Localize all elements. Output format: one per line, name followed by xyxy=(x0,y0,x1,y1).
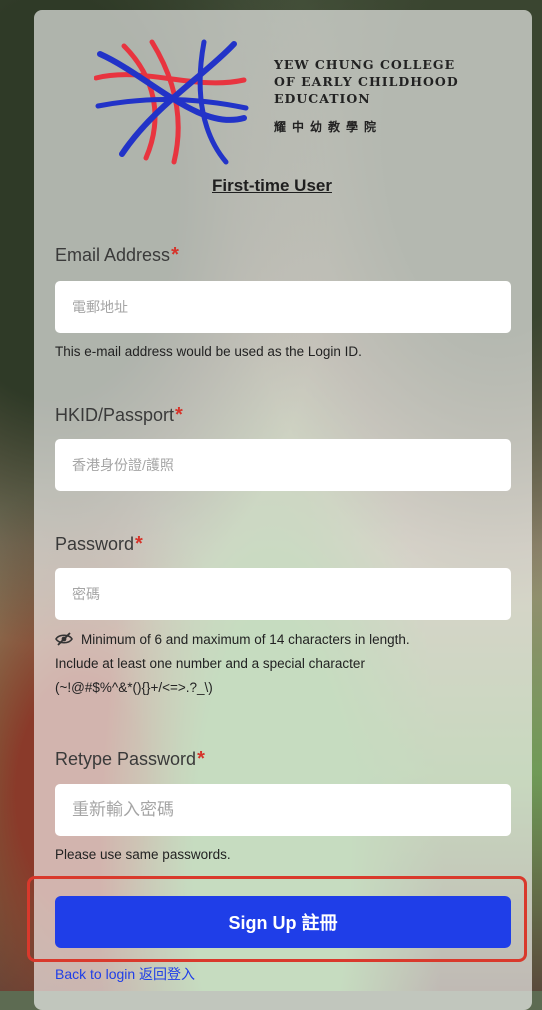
eye-slash-icon[interactable] xyxy=(55,632,73,646)
college-name-line3: EDUCATION xyxy=(274,91,371,106)
college-name-line1: YEW CHUNG COLLEGE xyxy=(274,57,456,72)
email-hint: This e-mail address would be used as the… xyxy=(55,344,362,359)
retype-password-hint: Please use same passwords. xyxy=(55,847,231,862)
hkid-label: HKID/Passport* xyxy=(55,404,183,427)
college-name-line2: OF EARLY CHILDHOOD xyxy=(274,74,459,89)
password-hint-line3: (~!@#$%^&*(){}+/<=>.?_\) xyxy=(55,680,213,695)
password-hint-line1: Minimum of 6 and maximum of 14 character… xyxy=(55,628,515,652)
required-mark: * xyxy=(197,748,205,770)
hkid-label-text: HKID/Passport xyxy=(55,405,175,425)
email-label-text: Email Address xyxy=(55,245,171,265)
required-mark: * xyxy=(171,244,179,266)
password-label: Password* xyxy=(55,533,143,556)
password-hint: Minimum of 6 and maximum of 14 character… xyxy=(55,628,515,700)
required-mark: * xyxy=(175,404,183,426)
password-hint-length: Minimum of 6 and maximum of 14 character… xyxy=(81,632,410,647)
password-field[interactable] xyxy=(55,568,511,620)
college-name: YEW CHUNG COLLEGE OF EARLY CHILDHOOD EDU… xyxy=(274,56,459,136)
college-logo xyxy=(94,39,249,165)
retype-password-label: Retype Password* xyxy=(55,748,205,771)
required-mark: * xyxy=(135,533,143,555)
hkid-field[interactable] xyxy=(55,439,511,491)
signup-button[interactable]: Sign Up 註冊 xyxy=(55,896,511,948)
password-hint-line2: Include at least one number and a specia… xyxy=(55,656,365,671)
email-field[interactable] xyxy=(55,281,511,333)
retype-password-field[interactable] xyxy=(55,784,511,836)
password-label-text: Password xyxy=(55,534,135,554)
retype-password-label-text: Retype Password xyxy=(55,749,197,769)
college-name-chinese: 耀中幼教學院 xyxy=(274,120,383,134)
back-to-login-link[interactable]: Back to login 返回登入 xyxy=(55,964,195,984)
page-title: First-time User xyxy=(212,176,332,195)
email-label: Email Address* xyxy=(55,244,179,267)
